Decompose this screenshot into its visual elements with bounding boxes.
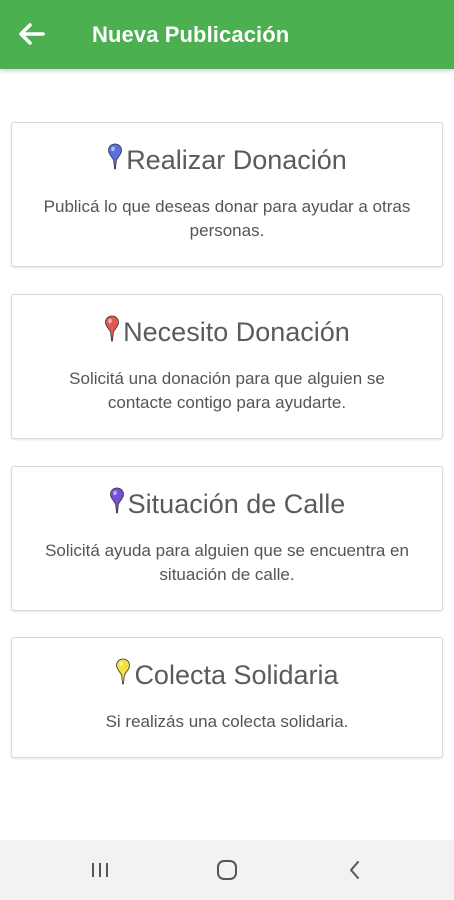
back-chevron-icon (350, 861, 359, 879)
card-title-row: Necesito Donación (12, 314, 442, 350)
card-title: Realizar Donación (126, 144, 347, 175)
card-title-row: Realizar Donación (12, 142, 442, 178)
arrow-left-icon (19, 23, 45, 45)
card-situacion-de-calle[interactable]: Situación de Calle Solicitá ayuda para a… (11, 466, 443, 611)
map-pin-icon (109, 487, 124, 514)
back-nav-button[interactable] (340, 855, 370, 885)
map-pin-icon (116, 658, 131, 685)
map-pin-icon (105, 315, 120, 342)
recents-button[interactable] (85, 855, 115, 885)
card-necesito-donacion[interactable]: Necesito Donación Solicitá una donación … (11, 294, 443, 439)
system-nav-bar (0, 840, 454, 900)
card-realizar-donacion[interactable]: Realizar Donación Publicá lo que deseas … (11, 122, 443, 267)
card-title: Colecta Solidaria (134, 659, 339, 690)
home-button[interactable] (212, 855, 242, 885)
card-colecta-solidaria[interactable]: Colecta Solidaria Si realizás una colect… (11, 637, 443, 758)
home-icon (217, 860, 237, 880)
card-description: Si realizás una colecta solidaria. (105, 712, 349, 731)
card-title: Necesito Donación (123, 316, 350, 347)
card-description: Solicitá ayuda para alguien que se encue… (45, 541, 409, 584)
app-bar: Nueva Publicación (0, 0, 454, 69)
map-pin-icon (108, 143, 123, 170)
back-button[interactable] (14, 16, 50, 52)
page-title: Nueva Publicación (92, 22, 290, 47)
recents-icon (92, 863, 108, 877)
card-description: Solicitá una donación para que alguien s… (69, 369, 385, 412)
card-title-row: Colecta Solidaria (12, 657, 442, 693)
card-description: Publicá lo que deseas donar para ayudar … (43, 197, 411, 240)
card-title: Situación de Calle (127, 488, 346, 519)
card-title-row: Situación de Calle (12, 486, 442, 522)
